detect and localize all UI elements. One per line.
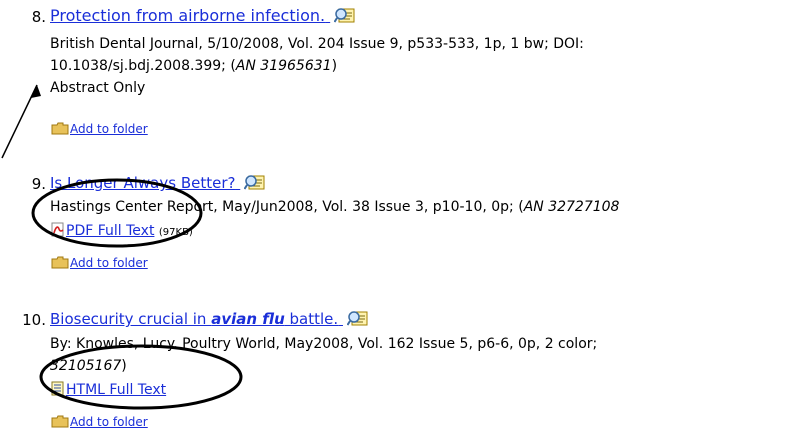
annotation-circle-pdf xyxy=(31,178,203,248)
annotation-overlay xyxy=(1,84,243,410)
annotation-arrow xyxy=(1,84,41,159)
annotation-circle-html xyxy=(39,344,243,410)
